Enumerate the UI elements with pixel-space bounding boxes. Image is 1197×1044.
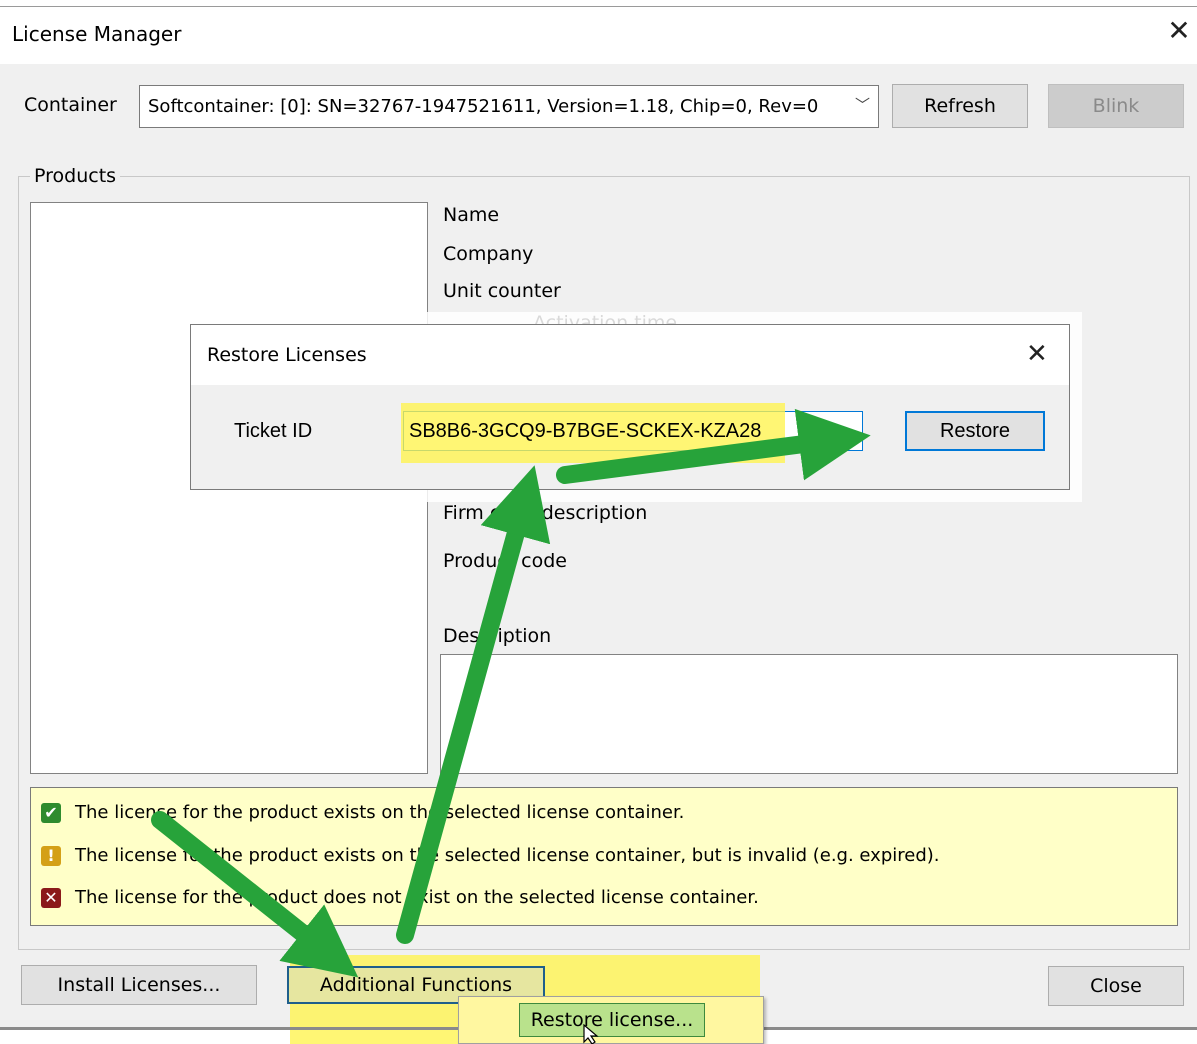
arrow-menu-to-ticket [396, 465, 551, 944]
arrow-ticket-to-restore [556, 408, 871, 484]
annotation-arrows [151, 408, 871, 978]
arrow-legend-to-menu [151, 811, 359, 978]
